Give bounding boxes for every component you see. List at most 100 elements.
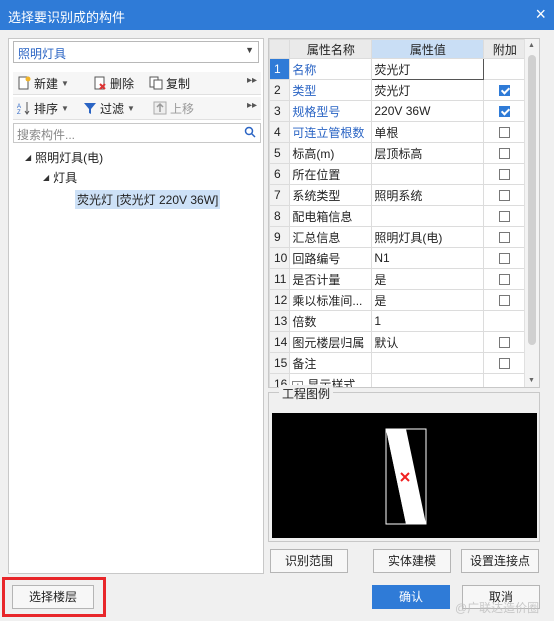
search-icon[interactable] [244, 126, 256, 141]
svg-text:Z: Z [17, 110, 21, 115]
table-row[interactable]: 4 可连立管根数 单根 [269, 121, 527, 143]
property-name-cell: 所在位置 [289, 163, 373, 185]
extra-checkbox[interactable] [499, 274, 511, 286]
collapse-triangle-icon[interactable]: ◢ [25, 153, 31, 162]
extra-checkbox[interactable] [499, 190, 511, 202]
table-row[interactable]: 7 系统类型 照明系统 [269, 184, 527, 206]
property-name: 规格型号 [292, 104, 341, 119]
extra-checkbox[interactable] [499, 232, 511, 244]
extra-cell [483, 58, 527, 80]
new-button[interactable]: 新建 ▼ [17, 75, 69, 91]
sort-button-label: 排序 [34, 101, 59, 116]
property-value-cell[interactable]: N1 [371, 247, 485, 269]
property-value-cell[interactable]: 是 [371, 268, 485, 290]
property-value-cell[interactable]: 层顶标高 [371, 142, 485, 164]
tree-node-leaf[interactable]: 荧光灯 [荧光灯 220V 36W] [75, 190, 221, 209]
legend-group: 工程图例 [268, 385, 540, 542]
component-panel: 照明灯具 ▼ 新建 ▼ 删除 复制 ▸▸ AZ 排序 ▼ 过滤 ▼ 上移 ▸▸ … [8, 38, 264, 574]
table-row[interactable]: 15 备注 [269, 352, 527, 374]
property-name-cell: 可连立管根数 [289, 121, 373, 143]
tree-node-label: 荧光灯 [荧光灯 220V 36W] [75, 190, 221, 209]
property-name: 所在位置 [292, 167, 341, 182]
row-number: 3 [269, 100, 291, 122]
arrow-up-icon [153, 101, 167, 115]
table-row[interactable]: 14 图元楼层归属 默认 [269, 331, 527, 353]
new-dropdown-icon[interactable]: ▼ [61, 79, 69, 88]
table-row[interactable]: 12 乘以标准间... 是 [269, 289, 527, 311]
category-select[interactable]: 照明灯具 ▼ [13, 41, 259, 63]
property-value-cell[interactable]: 是 [371, 289, 485, 311]
copy-icon [149, 76, 163, 90]
filter-button[interactable]: 过滤 ▼ [83, 100, 135, 116]
header-number [269, 39, 291, 59]
property-value-cell[interactable] [371, 163, 485, 185]
table-row[interactable]: 6 所在位置 [269, 163, 527, 185]
property-value-cell[interactable] [371, 373, 485, 387]
extra-checkbox[interactable] [499, 211, 511, 223]
property-value-cell[interactable]: 荧光灯 [371, 79, 485, 101]
tree-node-child[interactable]: ◢ 灯具 [43, 169, 77, 186]
copy-button[interactable]: 复制 [149, 75, 190, 91]
table-row[interactable]: 11 是否计量 是 [269, 268, 527, 290]
property-name-cell: 回路编号 [289, 247, 373, 269]
table-row[interactable]: 5 标高(m) 层顶标高 [269, 142, 527, 164]
identify-range-button[interactable]: 识别范围 [270, 549, 348, 573]
property-value-cell[interactable]: 默认 [371, 331, 485, 353]
search-input[interactable]: 搜索构件... [13, 123, 261, 143]
property-value-cell[interactable] [371, 352, 485, 374]
tree-node-root[interactable]: ◢ 照明灯具(电) [25, 149, 103, 166]
move-up-button[interactable]: 上移 [153, 100, 194, 116]
table-row[interactable]: 2 类型 荧光灯 [269, 79, 527, 101]
extra-checkbox[interactable] [499, 253, 511, 265]
property-value-cell[interactable]: 照明灯具(电) [371, 226, 485, 248]
table-row[interactable]: 10 回路编号 N1 [269, 247, 527, 269]
extra-checkbox[interactable] [499, 106, 511, 118]
property-name: 备注 [292, 356, 317, 371]
property-value-cell[interactable]: 1 [371, 310, 485, 332]
toolbar-primary: 新建 ▼ 删除 复制 ▸▸ [13, 72, 261, 95]
set-connection-point-button[interactable]: 设置连接点 [461, 549, 539, 573]
sort-button[interactable]: AZ 排序 ▼ [17, 100, 69, 117]
filter-dropdown-icon[interactable]: ▼ [127, 104, 135, 113]
category-select-value: 照明灯具 [18, 47, 67, 61]
scrollbar-thumb[interactable] [528, 55, 536, 345]
vertical-scrollbar[interactable]: ▲ ▼ [524, 39, 539, 387]
tree-node-label: 灯具 [53, 171, 78, 185]
property-value-cell[interactable]: 照明系统 [371, 184, 485, 206]
table-row[interactable]: 8 配电箱信息 [269, 205, 527, 227]
solid-model-button[interactable]: 实体建模 [373, 549, 451, 573]
scroll-up-icon[interactable]: ▲ [528, 42, 535, 49]
confirm-button[interactable]: 确认 [372, 585, 450, 609]
property-value-cell[interactable]: 单根 [371, 121, 485, 143]
extra-checkbox[interactable] [499, 169, 511, 181]
property-name: 可连立管根数 [292, 125, 365, 140]
row-number: 14 [269, 331, 291, 353]
extra-checkbox[interactable] [499, 127, 511, 139]
scroll-down-icon[interactable]: ▼ [528, 377, 535, 384]
property-value-cell[interactable]: 220V 36W [371, 100, 485, 122]
more-icon[interactable]: ▸▸ [247, 100, 257, 111]
extra-cell [483, 289, 527, 311]
table-row[interactable]: 3 规格型号 220V 36W [269, 100, 527, 122]
extra-checkbox[interactable] [499, 148, 511, 160]
more-icon[interactable]: ▸▸ [247, 75, 257, 86]
sort-dropdown-icon[interactable]: ▼ [61, 104, 69, 113]
collapse-triangle-icon[interactable]: ◢ [43, 173, 49, 182]
delete-button[interactable]: 删除 [93, 75, 134, 91]
extra-checkbox[interactable] [499, 85, 511, 97]
table-row[interactable]: 1 名称 荧光灯 [269, 58, 527, 80]
extra-checkbox[interactable] [499, 358, 511, 370]
property-name: 标高(m) [292, 146, 335, 161]
tree-node-label: 照明灯具(电) [35, 151, 104, 165]
extra-checkbox[interactable] [499, 295, 511, 307]
chevron-down-icon[interactable]: ▼ [245, 45, 254, 55]
funnel-icon [83, 101, 97, 115]
extra-checkbox[interactable] [499, 337, 511, 349]
table-row[interactable]: 9 汇总信息 照明灯具(电) [269, 226, 527, 248]
highlight-box [2, 577, 106, 617]
close-icon[interactable]: × [535, 4, 546, 24]
property-value-cell[interactable] [371, 205, 485, 227]
property-value-cell[interactable]: 荧光灯 [371, 58, 485, 80]
table-row[interactable]: 13 倍数 1 [269, 310, 527, 332]
extra-cell [483, 100, 527, 122]
